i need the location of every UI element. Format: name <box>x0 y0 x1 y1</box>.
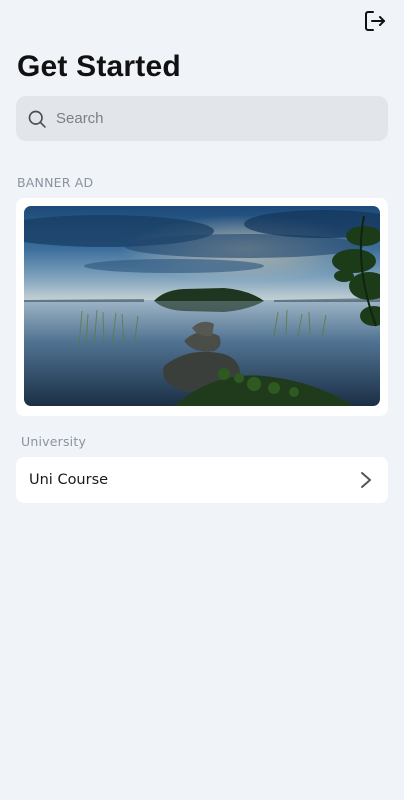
banner-ad-card[interactable] <box>16 198 388 416</box>
search-bar[interactable] <box>16 96 388 141</box>
search-icon <box>26 108 48 130</box>
logout-button[interactable] <box>362 10 388 36</box>
chevron-right-icon <box>358 470 374 490</box>
list-item-uni-course[interactable]: Uni Course <box>16 457 388 503</box>
banner-ad-image[interactable] <box>24 206 380 406</box>
logout-icon <box>363 9 387 38</box>
search-input[interactable] <box>54 109 358 128</box>
page-title: Get Started <box>17 50 181 83</box>
list-item-label: Uni Course <box>29 472 109 488</box>
banner-section-label: BANNER AD <box>17 175 94 190</box>
university-section-label: University <box>21 434 87 449</box>
